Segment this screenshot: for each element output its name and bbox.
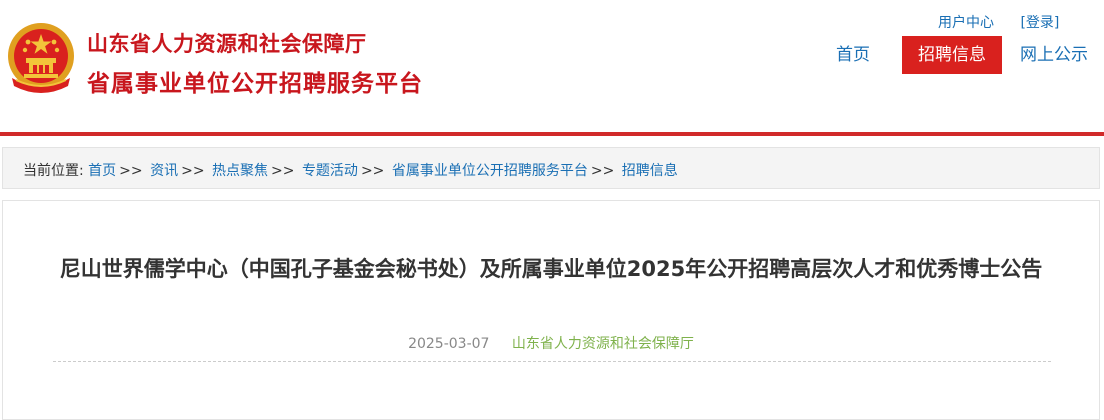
breadcrumb-separator: >> (590, 163, 615, 179)
breadcrumb: 当前位置: 首页 >> 资讯 >> 热点聚焦 >> 专题活动 >> 省属事业单位公开招聘… (23, 160, 678, 180)
article-container: 尼山世界儒学中心（中国孔子基金会秘书处）及所属事业单位2025年公开招聘高层次人… (2, 200, 1100, 420)
user-center-link[interactable]: 用户中心 (938, 12, 994, 32)
national-emblem-icon[interactable] (6, 22, 76, 98)
login-link[interactable]: [登录] (1020, 12, 1059, 32)
breadcrumb-item-special-events[interactable]: 专题活动 (302, 163, 358, 179)
meta-divider (53, 361, 1051, 362)
breadcrumb-item-hot-topics[interactable]: 热点聚焦 (212, 163, 268, 179)
breadcrumb-separator: >> (271, 163, 295, 179)
breadcrumb-separator: >> (181, 163, 205, 179)
nav-recruit-info[interactable]: 招聘信息 (902, 36, 1002, 74)
breadcrumb-label: 当前位置: (23, 163, 84, 179)
article-source: 山东省人力资源和社会保障厅 (511, 336, 694, 352)
breadcrumb-item-platform[interactable]: 省属事业单位公开招聘服务平台 (392, 163, 588, 179)
breadcrumb-bar: 当前位置: 首页 >> 资讯 >> 热点聚焦 >> 专题活动 >> 省属事业单位公开招聘… (2, 147, 1100, 189)
breadcrumb-separator: >> (360, 163, 385, 179)
article-date: 2025-03-07 (408, 336, 490, 352)
article-title: 尼山世界儒学中心（中国孔子基金会秘书处）及所属事业单位2025年公开招聘高层次人… (59, 257, 1043, 281)
breadcrumb-item-recruit-info[interactable]: 招聘信息 (622, 163, 678, 179)
breadcrumb-separator: >> (119, 163, 143, 179)
site-header: 山东省人力资源和社会保障厅 省属事业单位公开招聘服务平台 用户中心 [登录] 首… (0, 0, 1104, 132)
breadcrumb-item-home[interactable]: 首页 (88, 163, 116, 179)
top-links: 用户中心 [登录] (938, 12, 1059, 32)
article-meta: 2025-03-07 山东省人力资源和社会保障厅 (3, 333, 1099, 353)
breadcrumb-item-news[interactable]: 资讯 (150, 163, 178, 179)
nav-home[interactable]: 首页 (836, 36, 870, 74)
site-title-organization[interactable]: 山东省人力资源和社会保障厅 (87, 28, 367, 58)
header-divider (0, 132, 1104, 136)
nav-online-public[interactable]: 网上公示 (1020, 36, 1088, 74)
site-title-platform[interactable]: 省属事业单位公开招聘服务平台 (87, 64, 423, 98)
